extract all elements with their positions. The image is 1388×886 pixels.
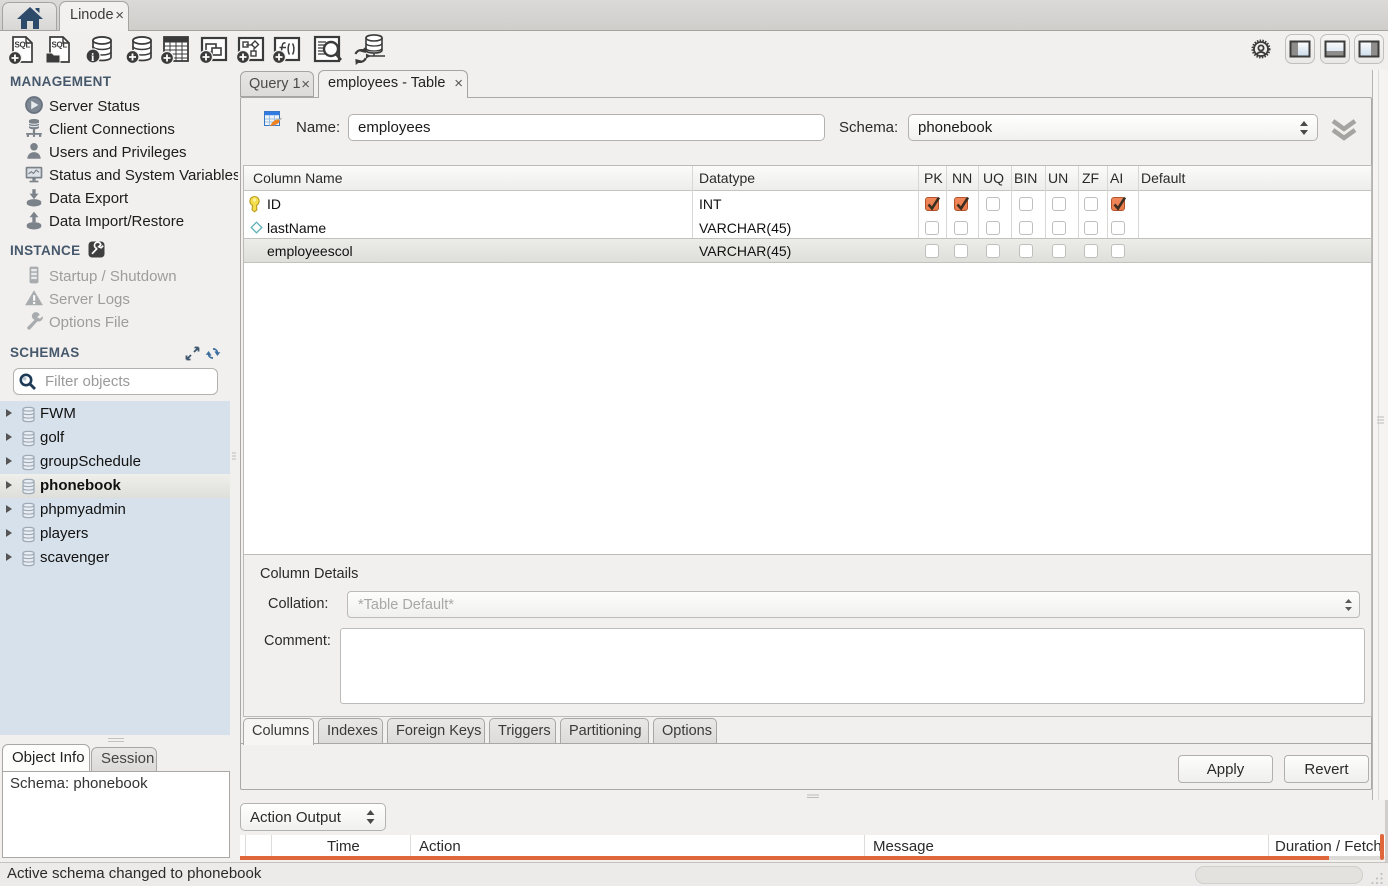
svg-text:SQL: SQL xyxy=(15,41,31,50)
svg-text:SQL: SQL xyxy=(52,41,68,50)
